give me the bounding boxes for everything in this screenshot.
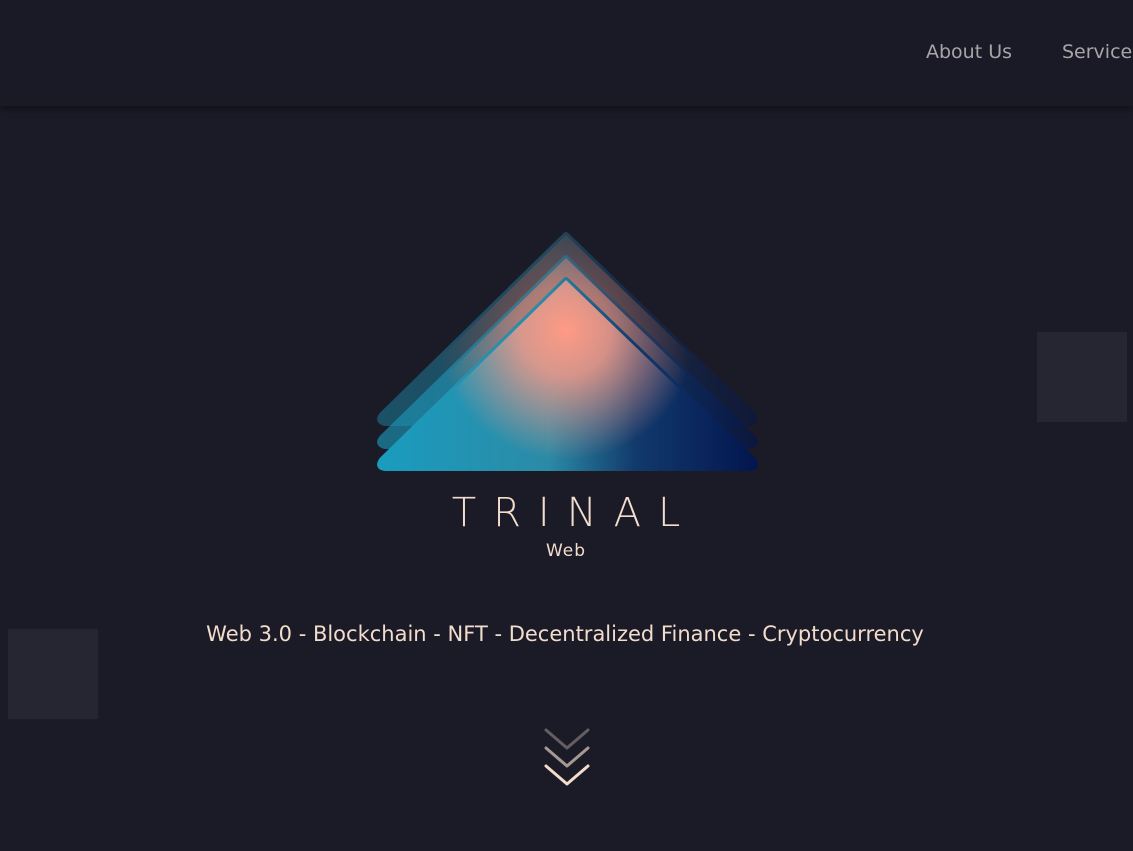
decorative-square	[8, 629, 98, 719]
trinal-logo-icon	[377, 232, 758, 471]
landing-page: About Us Services	[0, 0, 1133, 851]
nav-link-services[interactable]: Services	[1062, 41, 1133, 63]
decorative-square	[1037, 332, 1127, 422]
top-navbar: About Us Services	[0, 0, 1133, 106]
brand-subtitle: Web	[545, 541, 587, 561]
brand-name: TRINAL	[451, 490, 698, 536]
nav-link-about-us[interactable]: About Us	[926, 41, 1012, 63]
triple-chevron-down-icon[interactable]	[541, 724, 593, 792]
hero-tagline: Web 3.0 - Blockchain - NFT - Decentraliz…	[206, 622, 924, 646]
